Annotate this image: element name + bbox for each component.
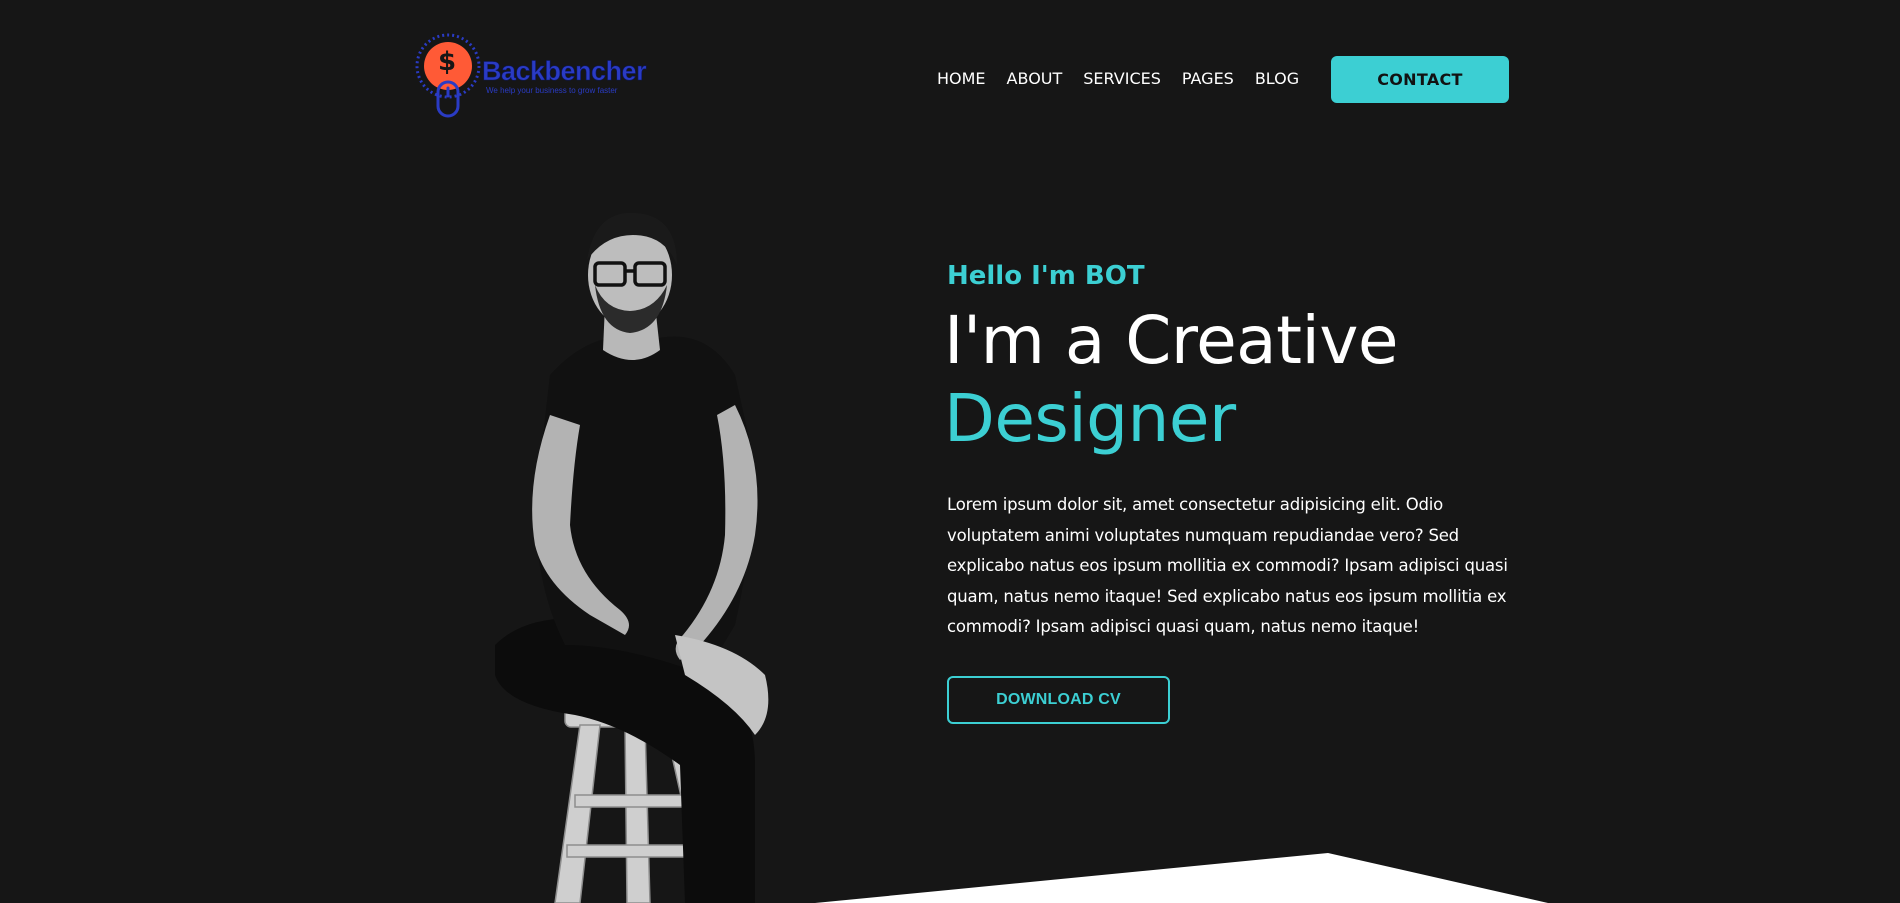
bottom-decorative-shape: [815, 853, 1548, 903]
nav-item-pages[interactable]: PAGES: [1182, 66, 1234, 92]
nav-item-blog[interactable]: BLOG: [1255, 66, 1299, 92]
logo-dollar-symbol: $: [438, 47, 457, 77]
hero-headline: I'm a Creative Designer: [944, 302, 1399, 458]
page: $ Backbencher We help your business to g…: [0, 0, 1900, 903]
brand-name: Backbencher: [482, 56, 647, 87]
nav-item-about[interactable]: ABOUT: [1007, 66, 1063, 92]
hero-headline-line2: Designer: [944, 380, 1236, 457]
download-cv-button[interactable]: DOWNLOAD CV: [947, 676, 1170, 724]
nav-item-home[interactable]: HOME: [937, 66, 986, 92]
portrait-image: [495, 212, 769, 903]
brand-logo[interactable]: $ Backbencher We help your business to g…: [414, 32, 664, 122]
contact-button[interactable]: CONTACT: [1331, 56, 1509, 103]
main-nav: HOME ABOUT SERVICES PAGES BLOG: [937, 66, 1320, 92]
nav-item-services[interactable]: SERVICES: [1083, 66, 1161, 92]
hero-greeting: Hello I'm BOT: [947, 261, 1145, 291]
brand-tagline: We help your business to grow faster: [486, 86, 618, 95]
hero-headline-line1: I'm a Creative: [944, 302, 1399, 379]
hero-description: Lorem ipsum dolor sit, amet consectetur …: [947, 495, 1508, 636]
